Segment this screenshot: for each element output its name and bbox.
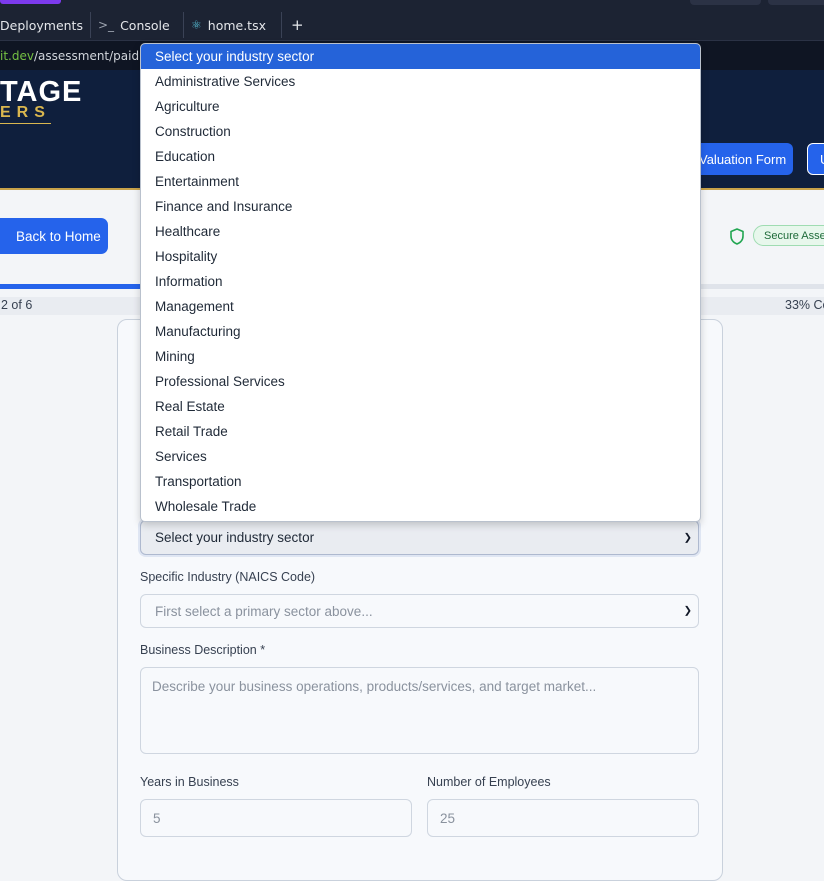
select-value: Select your industry sector [155,530,315,545]
industry-sector-select[interactable]: Select your industry sector ❯ [140,520,699,555]
dropdown-option[interactable]: Mining [141,344,700,369]
tab-divider [183,12,184,38]
dropdown-option[interactable]: Services [141,444,700,469]
tab-label: home.tsx [207,17,266,33]
dropdown-option[interactable]: Management [141,294,700,319]
select-placeholder: First select a primary sector above... [155,603,373,619]
dropdown-option[interactable]: Wholesale Trade [141,494,700,519]
tab-divider [281,12,282,38]
tab-divider [90,12,91,38]
logo-subtitle: ERS [0,104,51,124]
tab-deployments[interactable]: Deployments [0,12,83,38]
terminal-icon: >_ [98,18,115,32]
dropdown-option[interactable]: Hospitality [141,244,700,269]
url-text: it.dev/assessment/paid [0,49,139,63]
dropdown-option[interactable]: Real Estate [141,394,700,419]
naics-select[interactable]: First select a primary sector above... ❯ [140,594,699,628]
dropdown-option[interactable]: Construction [141,119,700,144]
plus-icon: + [291,16,304,34]
dropdown-option[interactable]: Select your industry sector [141,44,700,69]
run-button-edge[interactable] [0,0,61,4]
tab-home-tsx[interactable]: ⚛ home.tsx [191,12,266,38]
industry-dropdown-list: Select your industry sector Administrativ… [140,43,701,522]
dropdown-option[interactable]: Education [141,144,700,169]
dropdown-option[interactable]: Finance and Insurance [141,194,700,219]
dropdown-option[interactable]: Agriculture [141,94,700,119]
chevron-down-icon: ❯ [683,605,692,617]
tab-label: Console [120,17,170,33]
textarea-placeholder: Describe your business operations, produ… [152,679,597,694]
url-domain: it.dev [0,49,34,63]
dropdown-option[interactable]: Administrative Services [141,69,700,94]
dropdown-option[interactable]: Manufacturing [141,319,700,344]
years-in-business-input[interactable]: 5 [140,799,412,837]
top-toolbar-button[interactable] [768,0,824,5]
shield-icon [730,228,744,245]
back-to-home-button[interactable]: Back to Home [0,218,108,254]
ide-tab-bar: Deployments >_ Console ⚛ home.tsx + [0,0,824,40]
dropdown-option[interactable]: Transportation [141,469,700,494]
percent-complete: 33% Co [785,298,824,312]
employees-label: Number of Employees [427,775,551,789]
input-placeholder: 25 [440,810,456,826]
step-count: 2 of 6 [1,298,33,312]
url-path: /assessment/paid [33,49,140,63]
new-tab-button[interactable]: + [291,12,304,38]
tab-console[interactable]: >_ Console [98,12,170,38]
top-toolbar-button[interactable] [690,0,761,5]
dropdown-option[interactable]: Healthcare [141,219,700,244]
business-description-label: Business Description * [140,643,266,657]
dropdown-option[interactable]: Entertainment [141,169,700,194]
years-in-business-label: Years in Business [140,775,239,789]
dropdown-option[interactable]: Professional Services [141,369,700,394]
header-secondary-button[interactable]: U [807,143,824,175]
tab-label: Deployments [0,17,83,33]
business-description-textarea[interactable]: Describe your business operations, produ… [140,667,699,754]
secure-assessment-badge: Secure Assessment [753,225,824,246]
dropdown-option[interactable]: Information [141,269,700,294]
naics-label: Specific Industry (NAICS Code) [140,570,316,584]
dropdown-option[interactable]: Retail Trade [141,419,700,444]
employees-input[interactable]: 25 [427,799,699,837]
input-placeholder: 5 [153,810,161,826]
chevron-down-icon: ❯ [683,532,692,543]
react-file-icon: ⚛ [191,18,202,32]
